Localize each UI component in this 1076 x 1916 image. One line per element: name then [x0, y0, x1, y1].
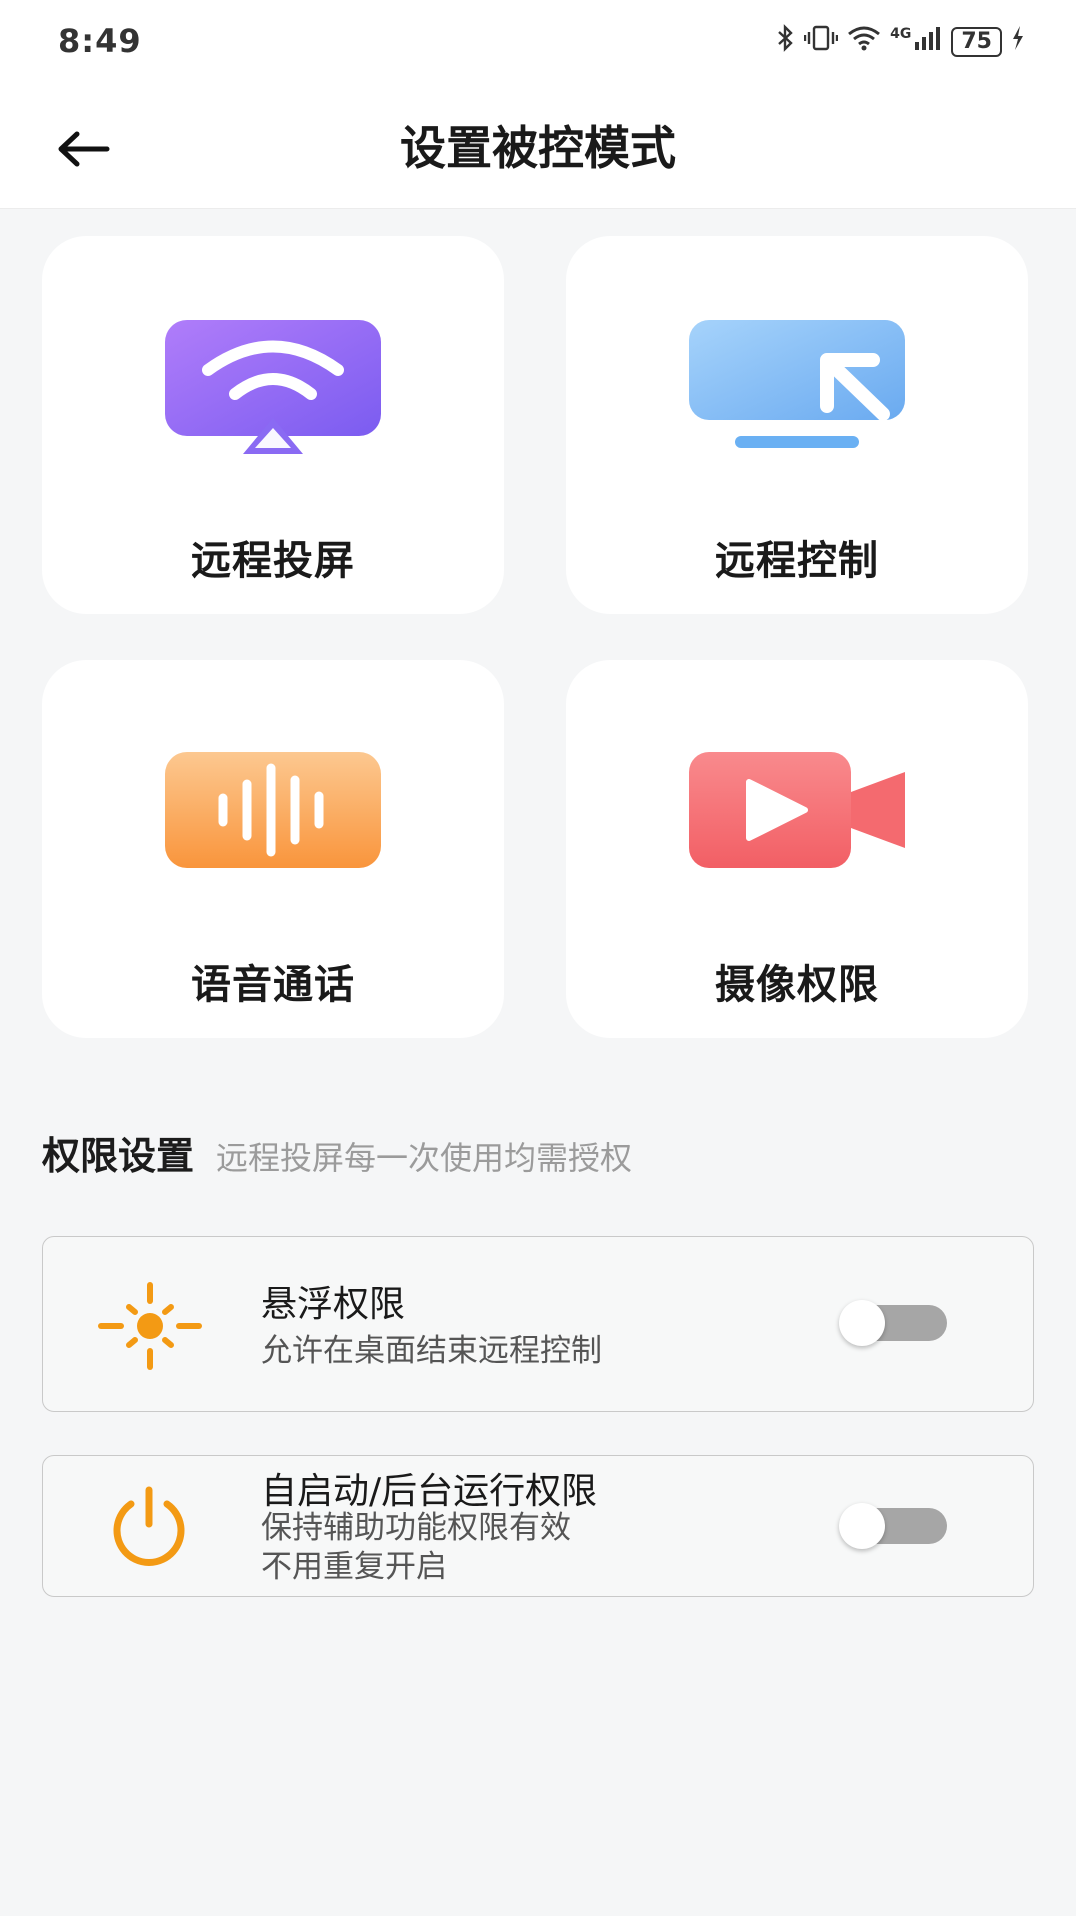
toggle-knob — [839, 1300, 885, 1346]
page-title: 设置被控模式 — [400, 121, 676, 175]
section-note: 远程投屏每一次使用均需授权 — [216, 1139, 633, 1177]
mode-tile-screen-cast[interactable]: 远程投屏 — [42, 236, 504, 614]
sun-icon — [95, 1281, 205, 1375]
video-camera-icon — [689, 752, 905, 868]
mode-tile-voice-call[interactable]: 语音通话 — [42, 660, 504, 1038]
remote-control-icon — [689, 320, 905, 448]
power-icon — [101, 1482, 197, 1576]
section-title: 权限设置 — [42, 1134, 195, 1178]
status-icons: 4G 75 — [776, 24, 1026, 59]
permission-description-line2: 不用重复开启 — [261, 1549, 447, 1585]
mode-tile-camera[interactable]: 摄像权限 — [566, 660, 1028, 1038]
status-bar: 8:49 4G 75 — [0, 0, 1076, 90]
permission-title: 悬浮权限 — [261, 1284, 406, 1325]
wifi-icon — [846, 24, 882, 59]
mode-label: 远程控制 — [715, 538, 879, 584]
permission-description-line1: 保持辅助功能权限有效 — [261, 1510, 571, 1546]
vibrate-icon — [803, 24, 839, 59]
screen-cast-icon — [165, 320, 381, 454]
app-bar: 设置被控模式 — [0, 90, 1076, 209]
permissions-header: 权限设置 远程投屏每一次使用均需授权 — [42, 1125, 632, 1180]
bluetooth-icon — [776, 24, 796, 59]
mode-tile-remote-control[interactable]: 远程控制 — [566, 236, 1028, 614]
permission-card-floating[interactable]: 悬浮权限 允许在桌面结束远程控制 — [42, 1236, 1034, 1412]
mode-label: 语音通话 — [191, 962, 355, 1008]
charging-icon — [1010, 24, 1026, 59]
permission-description: 允许在桌面结束远程控制 — [261, 1333, 602, 1369]
mode-label: 远程投屏 — [191, 538, 355, 584]
battery-icon: 75 — [951, 26, 1002, 57]
permission-card-autostart[interactable]: 自启动/后台运行权限 保持辅助功能权限有效 不用重复开启 — [42, 1455, 1034, 1597]
mode-label: 摄像权限 — [715, 962, 879, 1008]
permission-title: 自启动/后台运行权限 — [261, 1471, 598, 1512]
status-time: 8:49 — [58, 22, 142, 60]
network-type: 4G — [890, 25, 912, 42]
signal-icon — [913, 24, 943, 59]
toggle-knob — [839, 1503, 885, 1549]
autostart-permission-toggle[interactable] — [839, 1503, 947, 1549]
voice-wave-icon — [165, 752, 381, 868]
floating-permission-toggle[interactable] — [839, 1300, 947, 1346]
